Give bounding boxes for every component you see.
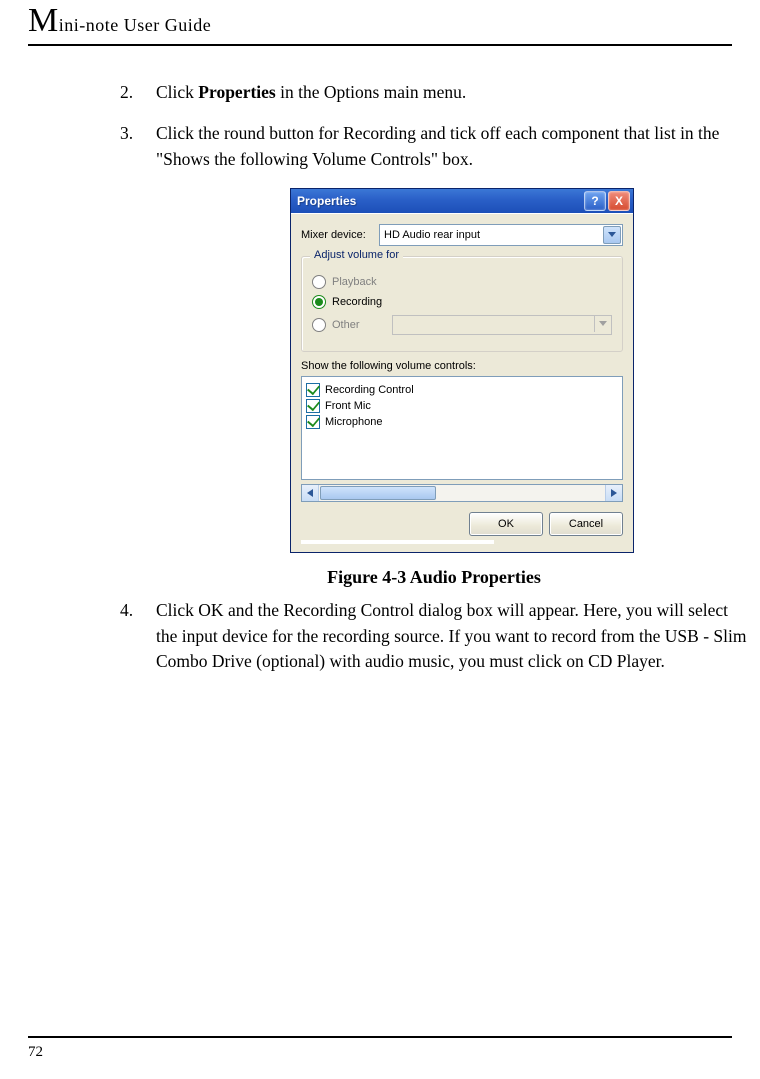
volume-controls-list[interactable]: Recording Control Front Mic Microphone	[301, 376, 623, 480]
adjust-volume-group: Adjust volume for Playback Recording Oth…	[301, 256, 623, 352]
footer-rule	[28, 1036, 732, 1038]
properties-dialog: Properties ? X Mixer device: HD Audio re…	[290, 188, 634, 553]
step-2: 2. Click Properties in the Options main …	[120, 80, 748, 105]
radio-icon	[312, 275, 326, 289]
mixer-label: Mixer device:	[301, 229, 379, 241]
content-area: 2. Click Properties in the Options main …	[28, 46, 748, 674]
scroll-thumb[interactable]	[320, 486, 436, 500]
help-icon: ?	[591, 194, 598, 208]
scroll-right-icon[interactable]	[605, 485, 622, 501]
step-list-continued: 4. Click OK and the Recording Control di…	[120, 598, 748, 674]
resize-bar	[301, 540, 494, 544]
step-number: 2.	[120, 80, 156, 105]
step-3: 3. Click the round button for Recording …	[120, 121, 748, 172]
dialog-buttons: OK Cancel	[301, 512, 623, 536]
step-number: 4.	[120, 598, 156, 674]
figure-caption: Figure 4-3 Audio Properties	[120, 567, 748, 588]
step-4: 4. Click OK and the Recording Control di…	[120, 598, 748, 674]
dialog-titlebar[interactable]: Properties ? X	[291, 189, 633, 213]
dialog-body: Mixer device: HD Audio rear input Adjust…	[291, 213, 633, 552]
page-footer: 72	[28, 1032, 732, 1061]
item-label: Recording Control	[325, 384, 414, 396]
radio-icon	[312, 318, 326, 332]
scroll-left-icon[interactable]	[302, 485, 319, 501]
page-header: Mini-note User Guide	[28, 0, 732, 46]
list-item[interactable]: Recording Control	[304, 383, 620, 397]
radio-label: Playback	[332, 276, 377, 288]
step-number: 3.	[120, 121, 156, 172]
radio-recording[interactable]: Recording	[312, 295, 612, 309]
chevron-down-icon	[603, 226, 621, 244]
group-legend: Adjust volume for	[310, 249, 403, 261]
horizontal-scrollbar[interactable]	[301, 484, 623, 502]
checkbox-icon	[306, 383, 320, 397]
step-text: Click OK and the Recording Control dialo…	[156, 598, 748, 674]
mixer-value: HD Audio rear input	[384, 229, 480, 241]
step-list: 2. Click Properties in the Options main …	[120, 80, 748, 172]
mixer-select[interactable]: HD Audio rear input	[379, 224, 623, 246]
cancel-button[interactable]: Cancel	[549, 512, 623, 536]
mixer-row: Mixer device: HD Audio rear input	[301, 224, 623, 246]
other-select	[392, 315, 612, 335]
chevron-down-icon	[594, 316, 610, 332]
checkbox-icon	[306, 415, 320, 429]
checkbox-icon	[306, 399, 320, 413]
radio-other[interactable]: Other	[312, 315, 612, 335]
dialog-title: Properties	[297, 194, 582, 208]
doc-title: Mini-note User Guide	[28, 15, 211, 35]
item-label: Front Mic	[325, 400, 371, 412]
volume-controls-label: Show the following volume controls:	[301, 360, 623, 372]
list-item[interactable]: Front Mic	[304, 399, 620, 413]
radio-playback[interactable]: Playback	[312, 275, 612, 289]
item-label: Microphone	[325, 416, 382, 428]
radio-label: Recording	[332, 296, 382, 308]
list-item[interactable]: Microphone	[304, 415, 620, 429]
radio-label: Other	[332, 319, 392, 331]
step-text: Click the round button for Recording and…	[156, 121, 748, 172]
ok-button[interactable]: OK	[469, 512, 543, 536]
figure: Properties ? X Mixer device: HD Audio re…	[176, 188, 748, 553]
page-number: 72	[28, 1044, 732, 1061]
scroll-track[interactable]	[319, 485, 605, 501]
radio-icon	[312, 295, 326, 309]
close-icon: X	[615, 194, 623, 208]
help-button[interactable]: ?	[584, 191, 606, 211]
close-button[interactable]: X	[608, 191, 630, 211]
step-text: Click Properties in the Options main men…	[156, 80, 748, 105]
